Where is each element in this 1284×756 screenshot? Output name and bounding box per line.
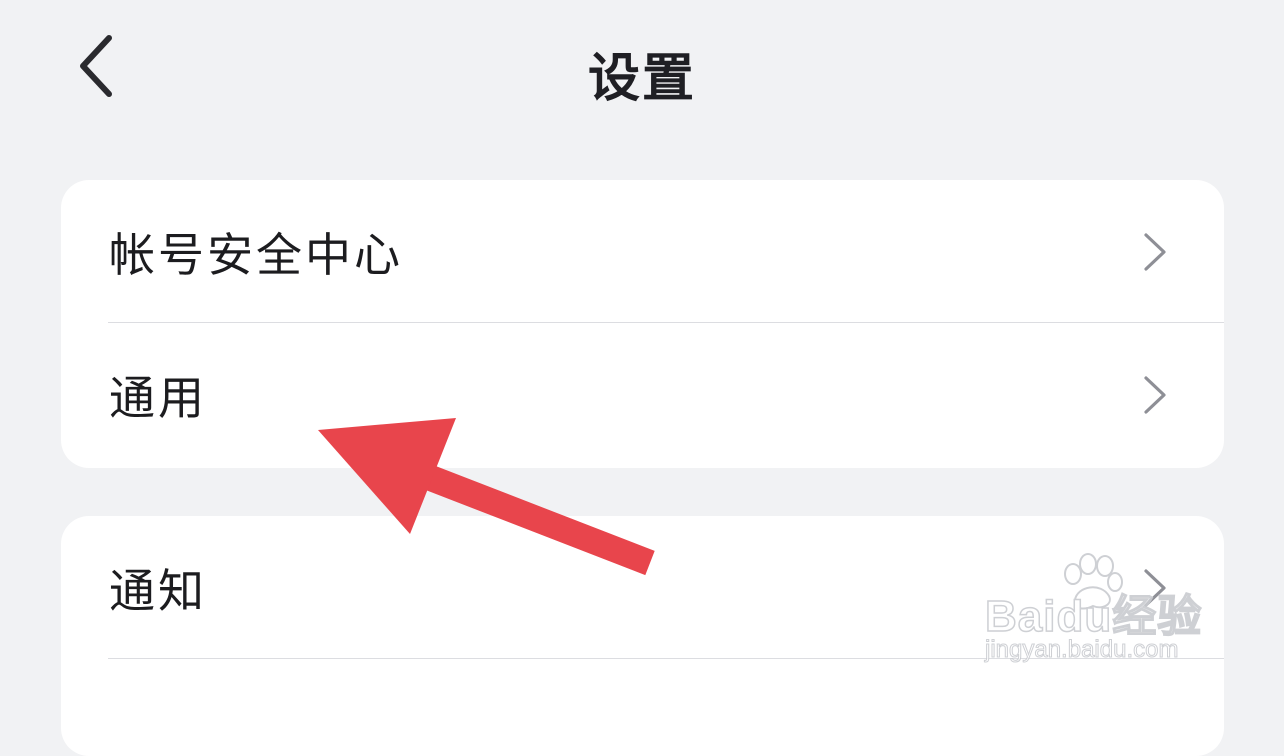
divider — [108, 658, 1224, 659]
settings-item-label: 帐号安全中心 — [109, 227, 403, 282]
chevron-right-icon — [1144, 568, 1166, 607]
page-title: 设置 — [587, 49, 696, 109]
navigation-bar: 设置 — [0, 0, 1284, 140]
settings-item-notifications[interactable]: 通知 — [61, 516, 1224, 659]
settings-group-notifications: 通知 — [61, 516, 1224, 756]
settings-group-account: 帐号安全中心 通用 — [61, 180, 1224, 468]
settings-item-label: 通用 — [109, 370, 207, 425]
chevron-right-icon — [1144, 232, 1166, 271]
chevron-right-icon — [1144, 375, 1166, 414]
settings-item-general[interactable]: 通用 — [61, 323, 1224, 466]
settings-item-account-security[interactable]: 帐号安全中心 — [61, 180, 1224, 323]
settings-item-label: 通知 — [109, 563, 207, 618]
